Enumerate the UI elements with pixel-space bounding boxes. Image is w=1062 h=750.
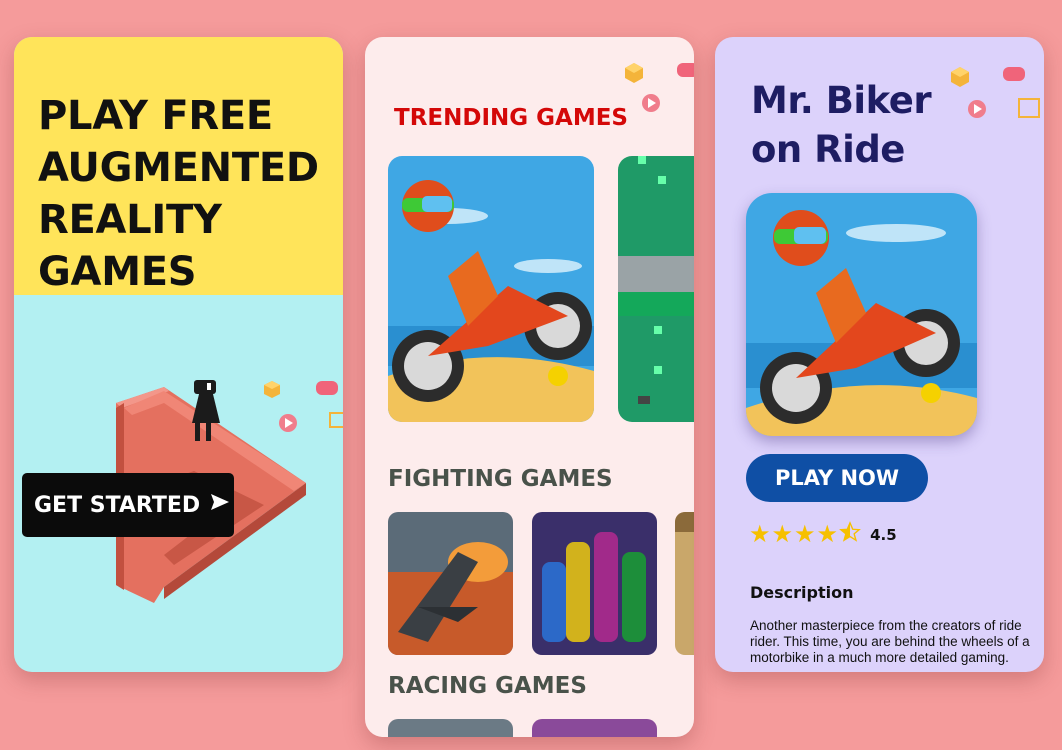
- mr-biker-cover: [746, 193, 977, 436]
- play-now-button[interactable]: PLAY NOW: [746, 454, 928, 502]
- onboarding-screen: PLAY FREE AUGMENTED REALITY GAMES GET ST…: [14, 37, 343, 672]
- headline-line-2: AUGMENTED: [38, 145, 319, 191]
- mr-biker-thumbnail: [388, 156, 594, 422]
- jet-fighter-thumbnail: [388, 512, 513, 655]
- star-icon: ★: [749, 520, 771, 548]
- racing-game-card[interactable]: [532, 719, 657, 737]
- catalog-screen: TRENDING GAMES FIGHTING GAMES RACING GAM…: [365, 37, 694, 737]
- platformer-thumbnail: [618, 156, 694, 422]
- half-star-icon: [839, 521, 862, 548]
- racing-games-heading: RACING GAMES: [388, 673, 587, 699]
- fighting-game-card[interactable]: [532, 512, 657, 655]
- squad-fighters-thumbnail: [532, 512, 657, 655]
- racing-game-card[interactable]: [388, 719, 513, 737]
- trending-game-card[interactable]: [618, 156, 694, 422]
- trending-game-card[interactable]: [388, 156, 594, 422]
- get-started-button[interactable]: GET STARTED: [22, 473, 234, 537]
- headline-line-3: REALITY: [38, 197, 222, 243]
- fighting-game-card[interactable]: [388, 512, 513, 655]
- headline-line-1: PLAY FREE: [38, 93, 273, 139]
- description-heading: Description: [750, 583, 854, 602]
- game-cover-art: [746, 193, 977, 436]
- star-icon: ★: [794, 520, 816, 548]
- racing-thumbnail: [532, 719, 657, 737]
- arena-thumbnail: [675, 512, 694, 655]
- send-arrow-icon: [210, 492, 230, 518]
- game-title-line-2: on Ride: [751, 128, 905, 171]
- hero-banner: PLAY FREE AUGMENTED REALITY GAMES: [14, 37, 343, 295]
- fighting-game-card[interactable]: [675, 512, 694, 655]
- decor-icons: [951, 67, 1040, 118]
- rating-value: 4.5: [870, 525, 897, 544]
- game-detail-screen: Mr. Biker on Ride PLAY NOW ★ ★ ★ ★ 4.5 D…: [715, 37, 1044, 672]
- game-title-line-1: Mr. Biker: [751, 79, 932, 122]
- headline-line-4: GAMES: [38, 249, 197, 295]
- star-icon: ★: [816, 520, 839, 548]
- star-icon: ★: [771, 520, 794, 548]
- trending-games-heading: TRENDING GAMES: [394, 105, 628, 131]
- racing-thumbnail: [388, 719, 513, 737]
- get-started-label: GET STARTED: [34, 492, 201, 518]
- decor-icons: [625, 63, 694, 112]
- description-text: Another masterpiece from the creators of…: [750, 618, 1030, 665]
- rating-row: ★ ★ ★ ★ 4.5: [749, 521, 897, 548]
- fighting-games-heading: FIGHTING GAMES: [388, 466, 613, 492]
